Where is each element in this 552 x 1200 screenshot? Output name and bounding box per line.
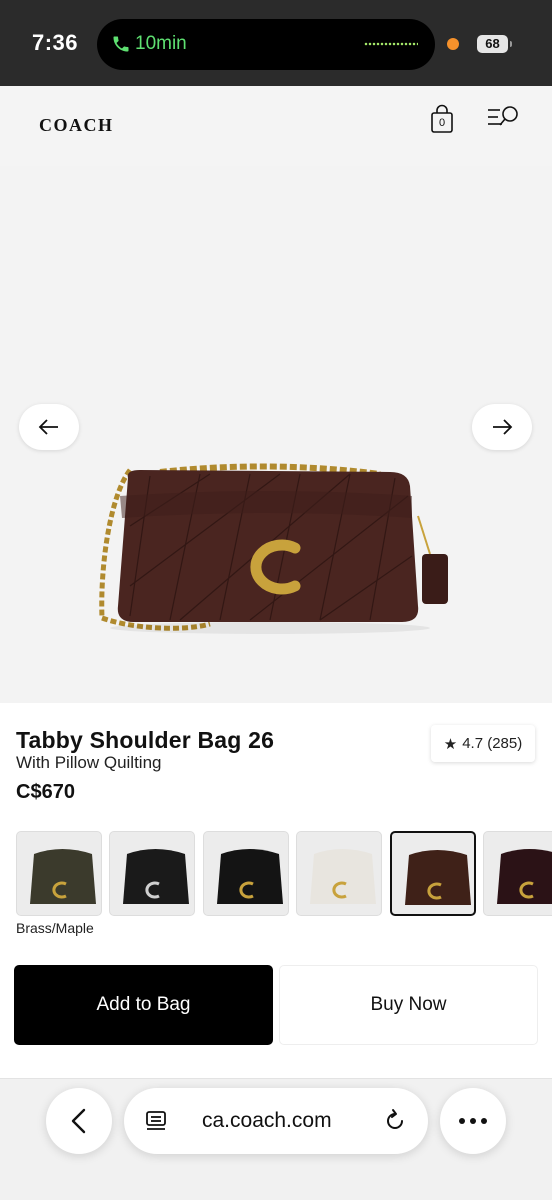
arrow-left-icon [38,419,58,435]
status-bar: 7:36 10min 68 [0,0,552,86]
call-duration: 10min [135,33,187,54]
selected-color-label: Brass/Maple [16,920,94,936]
recording-dot [447,38,459,50]
rating-value: 4.7 (285) [462,735,523,752]
color-swatch[interactable] [203,831,289,916]
product-photo [99,463,448,634]
battery-indicator: 68 [477,35,512,53]
browser-back-button[interactable] [46,1088,112,1154]
color-swatch-selected[interactable] [390,831,476,916]
color-swatch[interactable] [16,831,102,916]
page-menu-icon[interactable] [144,1109,168,1133]
color-swatch[interactable] [296,831,382,916]
brand-logo[interactable]: COACH [39,115,114,136]
call-indicator[interactable]: 10min [97,19,435,70]
url-text: ca.coach.com [202,1109,332,1132]
product-price: C$670 [16,781,75,803]
product-info: Tabby Shoulder Bag 26 With Pillow Quilti… [0,703,552,1083]
more-options-button[interactable] [440,1088,506,1154]
site-header: COACH 0 [0,86,552,166]
phone-icon [113,36,129,52]
chevron-left-icon [71,1108,86,1134]
buy-now-button[interactable]: Buy Now [279,965,538,1045]
color-swatch[interactable] [483,831,552,916]
product-image-carousel[interactable] [0,166,552,703]
next-image-button[interactable] [472,404,532,450]
browser-toolbar: ca.coach.com [0,1078,552,1200]
color-swatches [16,831,552,917]
product-subtitle: With Pillow Quilting [16,753,162,772]
audio-wave-icon [364,42,418,46]
ellipsis-icon [459,1118,487,1124]
clock: 7:36 [32,30,79,55]
arrow-right-icon [493,419,513,435]
menu-search-icon[interactable] [486,104,520,130]
add-to-bag-button[interactable]: Add to Bag [14,965,273,1045]
rating-badge[interactable]: ★ 4.7 (285) [431,725,535,762]
product-title: Tabby Shoulder Bag 26 [16,727,275,753]
address-bar[interactable]: ca.coach.com [124,1088,428,1154]
reload-icon[interactable] [382,1108,408,1134]
star-icon: ★ [443,735,458,753]
color-swatch[interactable] [109,831,195,916]
previous-image-button[interactable] [19,404,79,450]
bag-count: 0 [438,117,446,129]
